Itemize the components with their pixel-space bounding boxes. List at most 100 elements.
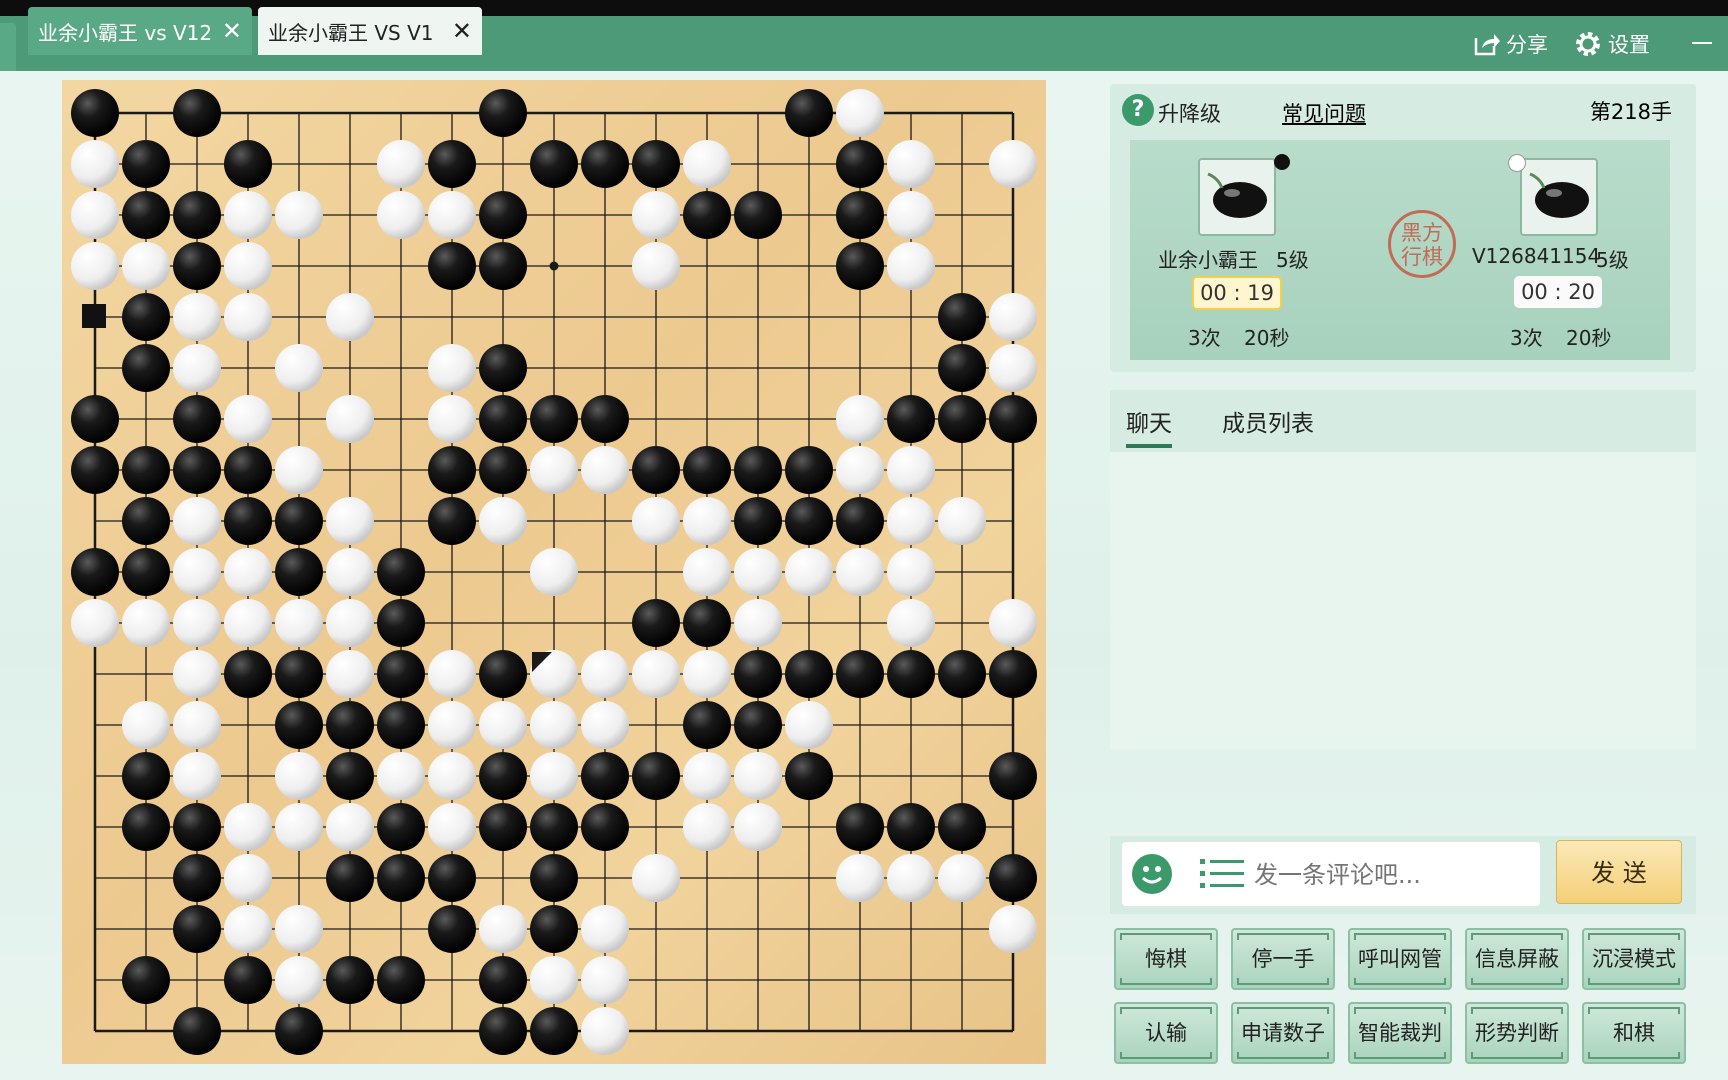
draw-button[interactable]: 和棋 <box>1582 1002 1686 1064</box>
black-stone[interactable] <box>377 803 425 851</box>
black-stone[interactable] <box>326 956 374 1004</box>
black-stone[interactable] <box>530 905 578 953</box>
white-stone[interactable] <box>428 752 476 800</box>
white-stone[interactable] <box>887 599 935 647</box>
black-stone[interactable] <box>122 446 170 494</box>
chat-messages[interactable] <box>1110 452 1696 750</box>
black-stone[interactable] <box>275 650 323 698</box>
white-stone[interactable] <box>275 599 323 647</box>
black-stone[interactable] <box>989 395 1037 443</box>
black-stone[interactable] <box>479 89 527 137</box>
white-stone[interactable] <box>632 191 680 239</box>
white-stone[interactable] <box>785 548 833 596</box>
white-stone[interactable] <box>887 548 935 596</box>
black-stone[interactable] <box>71 395 119 443</box>
black-stone[interactable] <box>530 1007 578 1055</box>
block-info-button[interactable]: 信息屏蔽 <box>1465 928 1569 990</box>
black-stone[interactable] <box>326 701 374 749</box>
white-stone[interactable] <box>428 395 476 443</box>
white-stone[interactable] <box>683 548 731 596</box>
black-stone[interactable] <box>887 395 935 443</box>
faq-link[interactable]: 常见问题 <box>1282 98 1366 128</box>
black-stone[interactable] <box>377 854 425 902</box>
black-stone[interactable] <box>479 191 527 239</box>
black-stone[interactable] <box>632 599 680 647</box>
black-stone[interactable] <box>275 497 323 545</box>
black-stone[interactable] <box>734 650 782 698</box>
white-stone[interactable] <box>530 956 578 1004</box>
white-stone[interactable] <box>326 803 374 851</box>
white-stone[interactable] <box>734 599 782 647</box>
white-stone[interactable] <box>530 752 578 800</box>
black-stone[interactable] <box>173 905 221 953</box>
black-stone[interactable] <box>173 854 221 902</box>
white-stone[interactable] <box>377 752 425 800</box>
white-stone[interactable] <box>224 191 272 239</box>
white-stone[interactable] <box>224 599 272 647</box>
white-stone[interactable] <box>734 803 782 851</box>
white-stone[interactable] <box>428 344 476 392</box>
black-stone[interactable] <box>479 395 527 443</box>
white-stone[interactable] <box>887 497 935 545</box>
white-stone[interactable] <box>836 854 884 902</box>
white-stone[interactable] <box>326 599 374 647</box>
white-stone[interactable] <box>836 548 884 596</box>
level-up-link[interactable]: 升降级 <box>1158 98 1221 128</box>
black-stone[interactable] <box>479 1007 527 1055</box>
black-stone[interactable] <box>428 140 476 188</box>
black-stone[interactable] <box>224 446 272 494</box>
white-stone[interactable] <box>326 650 374 698</box>
black-stone[interactable] <box>989 854 1037 902</box>
white-stone[interactable] <box>71 242 119 290</box>
black-stone[interactable] <box>530 854 578 902</box>
comment-input[interactable] <box>1252 854 1526 896</box>
white-stone[interactable] <box>326 497 374 545</box>
close-icon[interactable]: ✕ <box>222 17 242 45</box>
white-stone[interactable] <box>989 344 1037 392</box>
black-stone[interactable] <box>734 191 782 239</box>
black-stone[interactable] <box>224 140 272 188</box>
white-stone[interactable] <box>683 650 731 698</box>
white-stone[interactable] <box>683 497 731 545</box>
white-stone[interactable] <box>377 191 425 239</box>
black-stone[interactable] <box>326 752 374 800</box>
black-player-avatar[interactable] <box>1198 158 1276 236</box>
black-stone[interactable] <box>530 395 578 443</box>
black-stone[interactable] <box>275 1007 323 1055</box>
black-stone[interactable] <box>734 446 782 494</box>
black-stone[interactable] <box>122 548 170 596</box>
white-stone[interactable] <box>173 548 221 596</box>
list-icon[interactable] <box>1200 856 1244 892</box>
black-stone[interactable] <box>836 803 884 851</box>
white-stone[interactable] <box>173 650 221 698</box>
white-stone[interactable] <box>275 344 323 392</box>
tab-game-2[interactable]: 业余小霸王 VS V1 ✕ <box>258 7 482 55</box>
white-stone[interactable] <box>428 803 476 851</box>
share-button[interactable]: 分享 <box>1472 26 1548 62</box>
black-stone[interactable] <box>173 1007 221 1055</box>
white-stone[interactable] <box>581 650 629 698</box>
black-stone[interactable] <box>581 140 629 188</box>
close-icon[interactable]: ✕ <box>452 17 472 45</box>
send-button[interactable]: 发 送 <box>1556 840 1682 904</box>
black-stone[interactable] <box>71 446 119 494</box>
white-stone[interactable] <box>887 446 935 494</box>
black-stone[interactable] <box>836 140 884 188</box>
white-stone[interactable] <box>632 242 680 290</box>
black-stone[interactable] <box>479 344 527 392</box>
white-stone[interactable] <box>989 599 1037 647</box>
black-stone[interactable] <box>836 650 884 698</box>
white-stone[interactable] <box>938 854 986 902</box>
white-stone[interactable] <box>173 701 221 749</box>
black-stone[interactable] <box>581 803 629 851</box>
black-stone[interactable] <box>71 548 119 596</box>
white-stone[interactable] <box>224 548 272 596</box>
help-icon[interactable]: ? <box>1122 94 1154 126</box>
black-stone[interactable] <box>173 191 221 239</box>
black-stone[interactable] <box>785 497 833 545</box>
black-stone[interactable] <box>122 344 170 392</box>
white-stone[interactable] <box>326 293 374 341</box>
white-stone[interactable] <box>173 293 221 341</box>
black-stone[interactable] <box>377 701 425 749</box>
white-stone[interactable] <box>122 599 170 647</box>
